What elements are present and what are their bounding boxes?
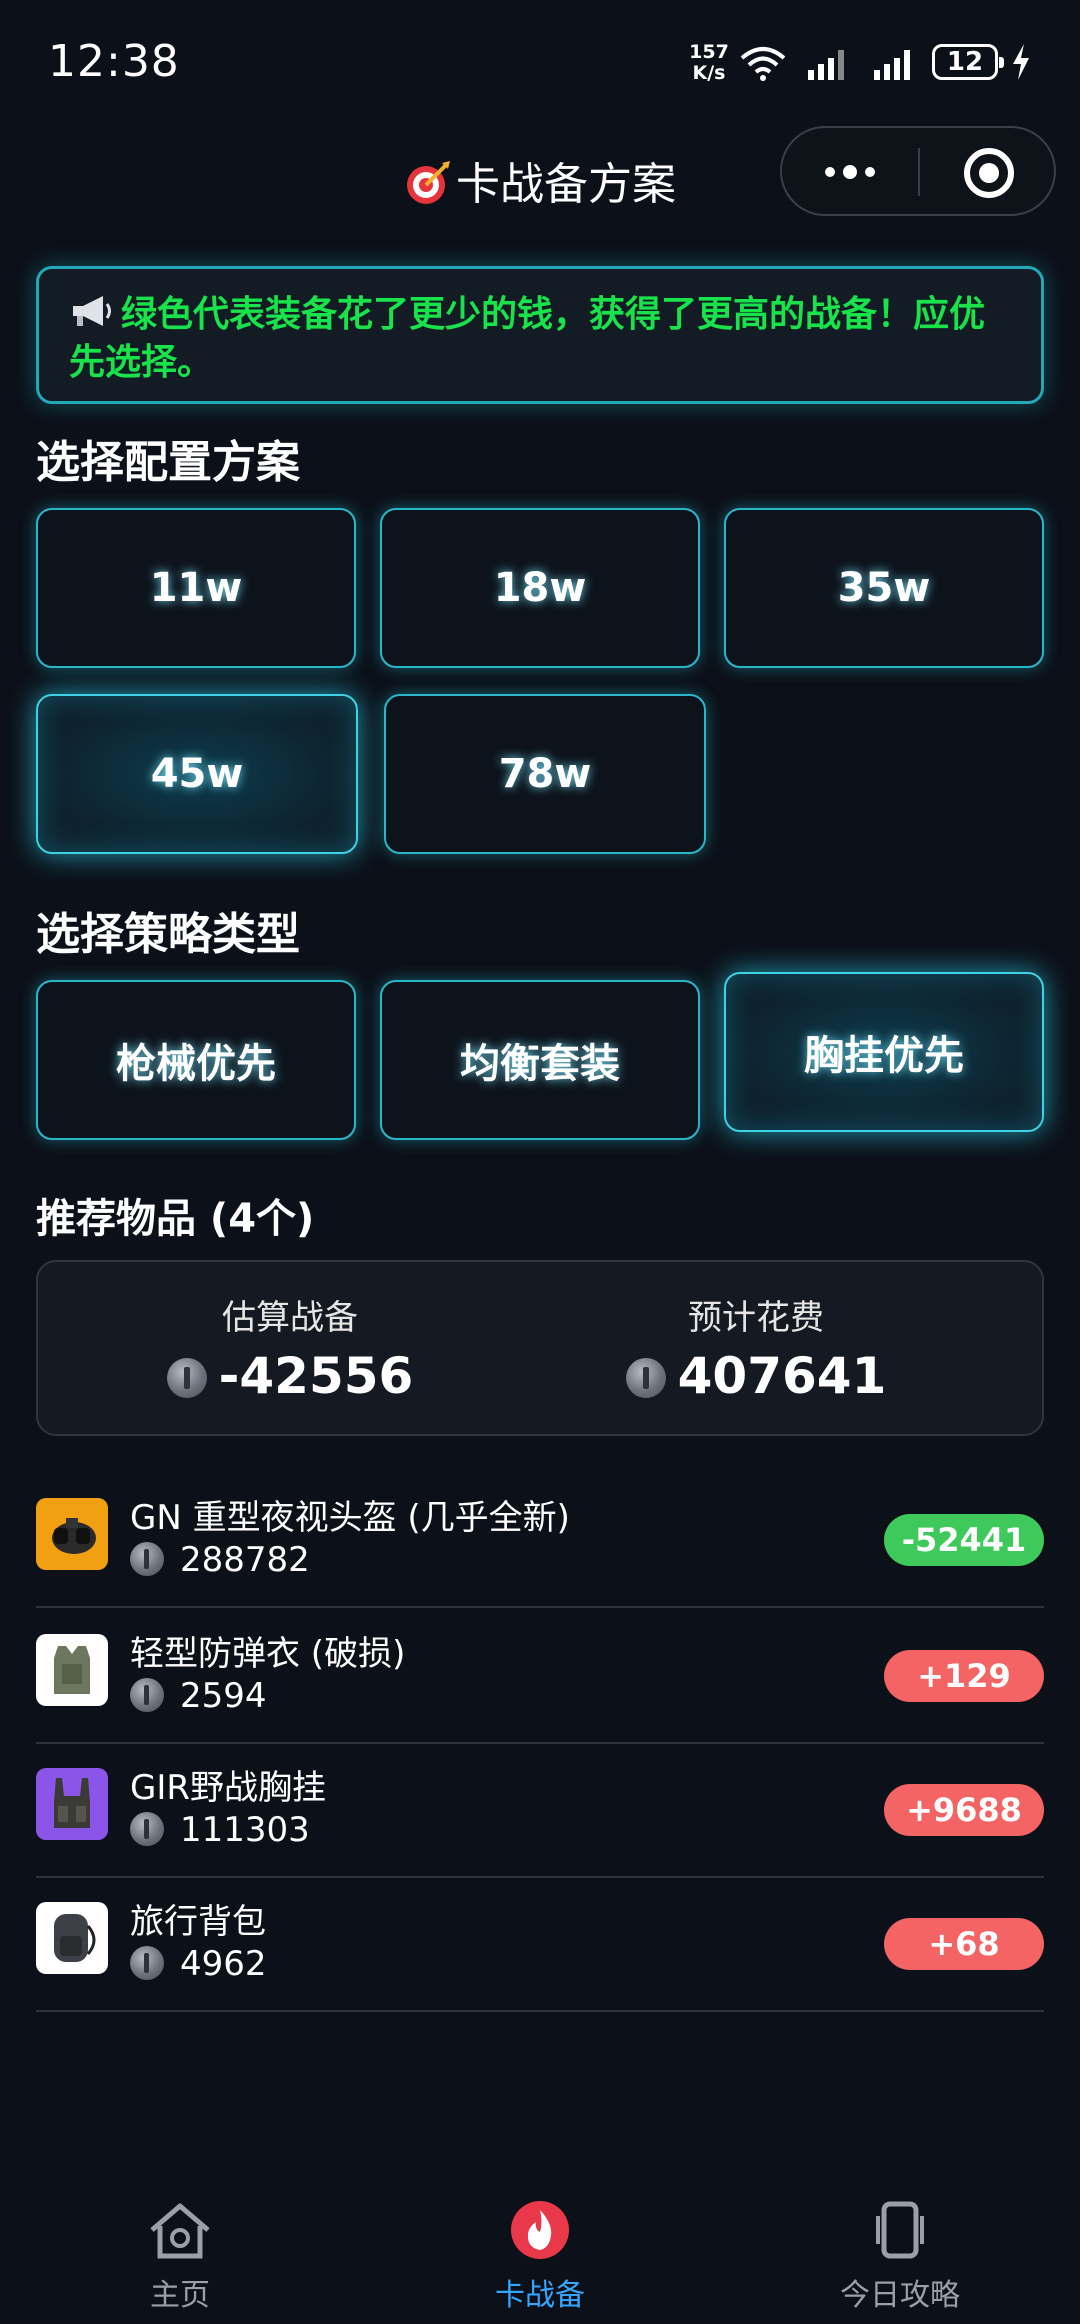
- signal-icon-2: [874, 50, 910, 80]
- item-price: 2594: [130, 1676, 267, 1716]
- phone-guide-icon: [876, 2201, 924, 2259]
- wifi-icon: [740, 47, 786, 81]
- readiness-delta-badge: +129: [884, 1650, 1044, 1702]
- mini-program-capsule: [780, 126, 1056, 216]
- strategy-section-title: 选择策略类型: [36, 909, 300, 960]
- coin-icon: [130, 1678, 164, 1712]
- cost-value: 407641: [677, 1347, 887, 1405]
- summary-card: 估算战备 -42556 预计花费 407641: [36, 1260, 1044, 1436]
- network-speed: 157 K/s: [686, 42, 732, 84]
- megaphone-icon: [73, 296, 111, 326]
- tab-daily-guide[interactable]: 今日攻略: [720, 2200, 1080, 2314]
- config-option-45w[interactable]: 45w: [36, 694, 358, 854]
- tab-home-label: 主页: [150, 2278, 210, 2313]
- night-vision-helmet-thumbnail: [36, 1498, 108, 1570]
- config-section-title: 选择配置方案: [36, 437, 300, 488]
- item-name: 轻型防弹衣 (破损): [130, 1634, 406, 1674]
- item-name: 旅行背包: [130, 1902, 266, 1942]
- readiness-value: -42556: [218, 1347, 414, 1405]
- strategy-option-weapon-first[interactable]: 枪械优先: [36, 980, 356, 1140]
- recommended-items-title: 推荐物品 (4个): [36, 1196, 315, 1242]
- readiness-delta-badge: +9688: [884, 1784, 1044, 1836]
- flame-icon: [511, 2201, 569, 2259]
- coin-icon: [130, 1946, 164, 1980]
- config-option-18w[interactable]: 18w: [380, 508, 700, 668]
- target-dart-icon: [407, 161, 450, 204]
- readiness-summary: 估算战备 -42556: [38, 1290, 542, 1405]
- cost-label: 预计花费: [688, 1298, 824, 1338]
- status-time: 12:38: [48, 36, 180, 87]
- config-option-35w[interactable]: 35w: [724, 508, 1044, 668]
- config-option-11w[interactable]: 11w: [36, 508, 356, 668]
- readiness-delta-badge: +68: [884, 1918, 1044, 1970]
- readiness-label: 估算战备: [222, 1298, 358, 1338]
- capsule-divider: [918, 148, 920, 196]
- notice-content: 绿色代表装备花了更少的钱，获得了更高的战备！应优先选择。: [69, 291, 1011, 387]
- strategy-option-balanced[interactable]: 均衡套装: [380, 980, 700, 1140]
- signal-icon-1: [808, 50, 844, 80]
- page-title-text: 卡战备方案: [456, 159, 676, 210]
- list-item[interactable]: GIR野战胸挂 111303 +9688: [36, 1742, 1044, 1878]
- travel-backpack-thumbnail: [36, 1902, 108, 1974]
- coin-icon: [625, 1358, 666, 1398]
- light-body-armor-thumbnail: [36, 1634, 108, 1706]
- network-speed-unit: K/s: [692, 62, 726, 84]
- coin-icon: [166, 1358, 207, 1398]
- coin-icon: [130, 1812, 164, 1846]
- tab-home[interactable]: 主页: [0, 2200, 360, 2314]
- coin-icon: [130, 1542, 164, 1576]
- item-price: 4962: [130, 1944, 267, 1984]
- list-item[interactable]: 轻型防弹衣 (破损) 2594 +129: [36, 1608, 1044, 1744]
- tab-equipment[interactable]: 卡战备: [360, 2200, 720, 2314]
- list-item[interactable]: GN 重型夜视头盔 (几乎全新) 288782 -52441: [36, 1472, 1044, 1608]
- charging-icon: [1013, 44, 1029, 80]
- battery-indicator: 12: [932, 44, 1004, 80]
- cost-summary: 预计花费 407641: [504, 1290, 1008, 1405]
- notice-text: 绿色代表装备花了更少的钱，获得了更高的战备！应优先选择。: [69, 294, 986, 383]
- close-miniprogram-icon[interactable]: [962, 146, 1016, 200]
- tab-equipment-label: 卡战备: [495, 2278, 585, 2313]
- network-speed-value: 157: [689, 41, 729, 63]
- list-item[interactable]: 旅行背包 4962 +68: [36, 1876, 1044, 2012]
- chest-rig-thumbnail: [36, 1768, 108, 1840]
- strategy-option-chest-rig-first[interactable]: 胸挂优先: [724, 972, 1044, 1132]
- item-name: GIR野战胸挂: [130, 1768, 326, 1808]
- more-dots-icon[interactable]: [822, 160, 878, 184]
- notice-banner: 绿色代表装备花了更少的钱，获得了更高的战备！应优先选择。: [36, 266, 1044, 404]
- home-icon: [150, 2203, 210, 2259]
- item-price: 111303: [130, 1810, 310, 1850]
- item-name: GN 重型夜视头盔 (几乎全新): [130, 1498, 570, 1538]
- item-price: 288782: [130, 1540, 310, 1580]
- config-option-78w[interactable]: 78w: [384, 694, 706, 854]
- readiness-delta-badge: -52441: [884, 1514, 1044, 1566]
- tab-daily-guide-label: 今日攻略: [840, 2278, 960, 2313]
